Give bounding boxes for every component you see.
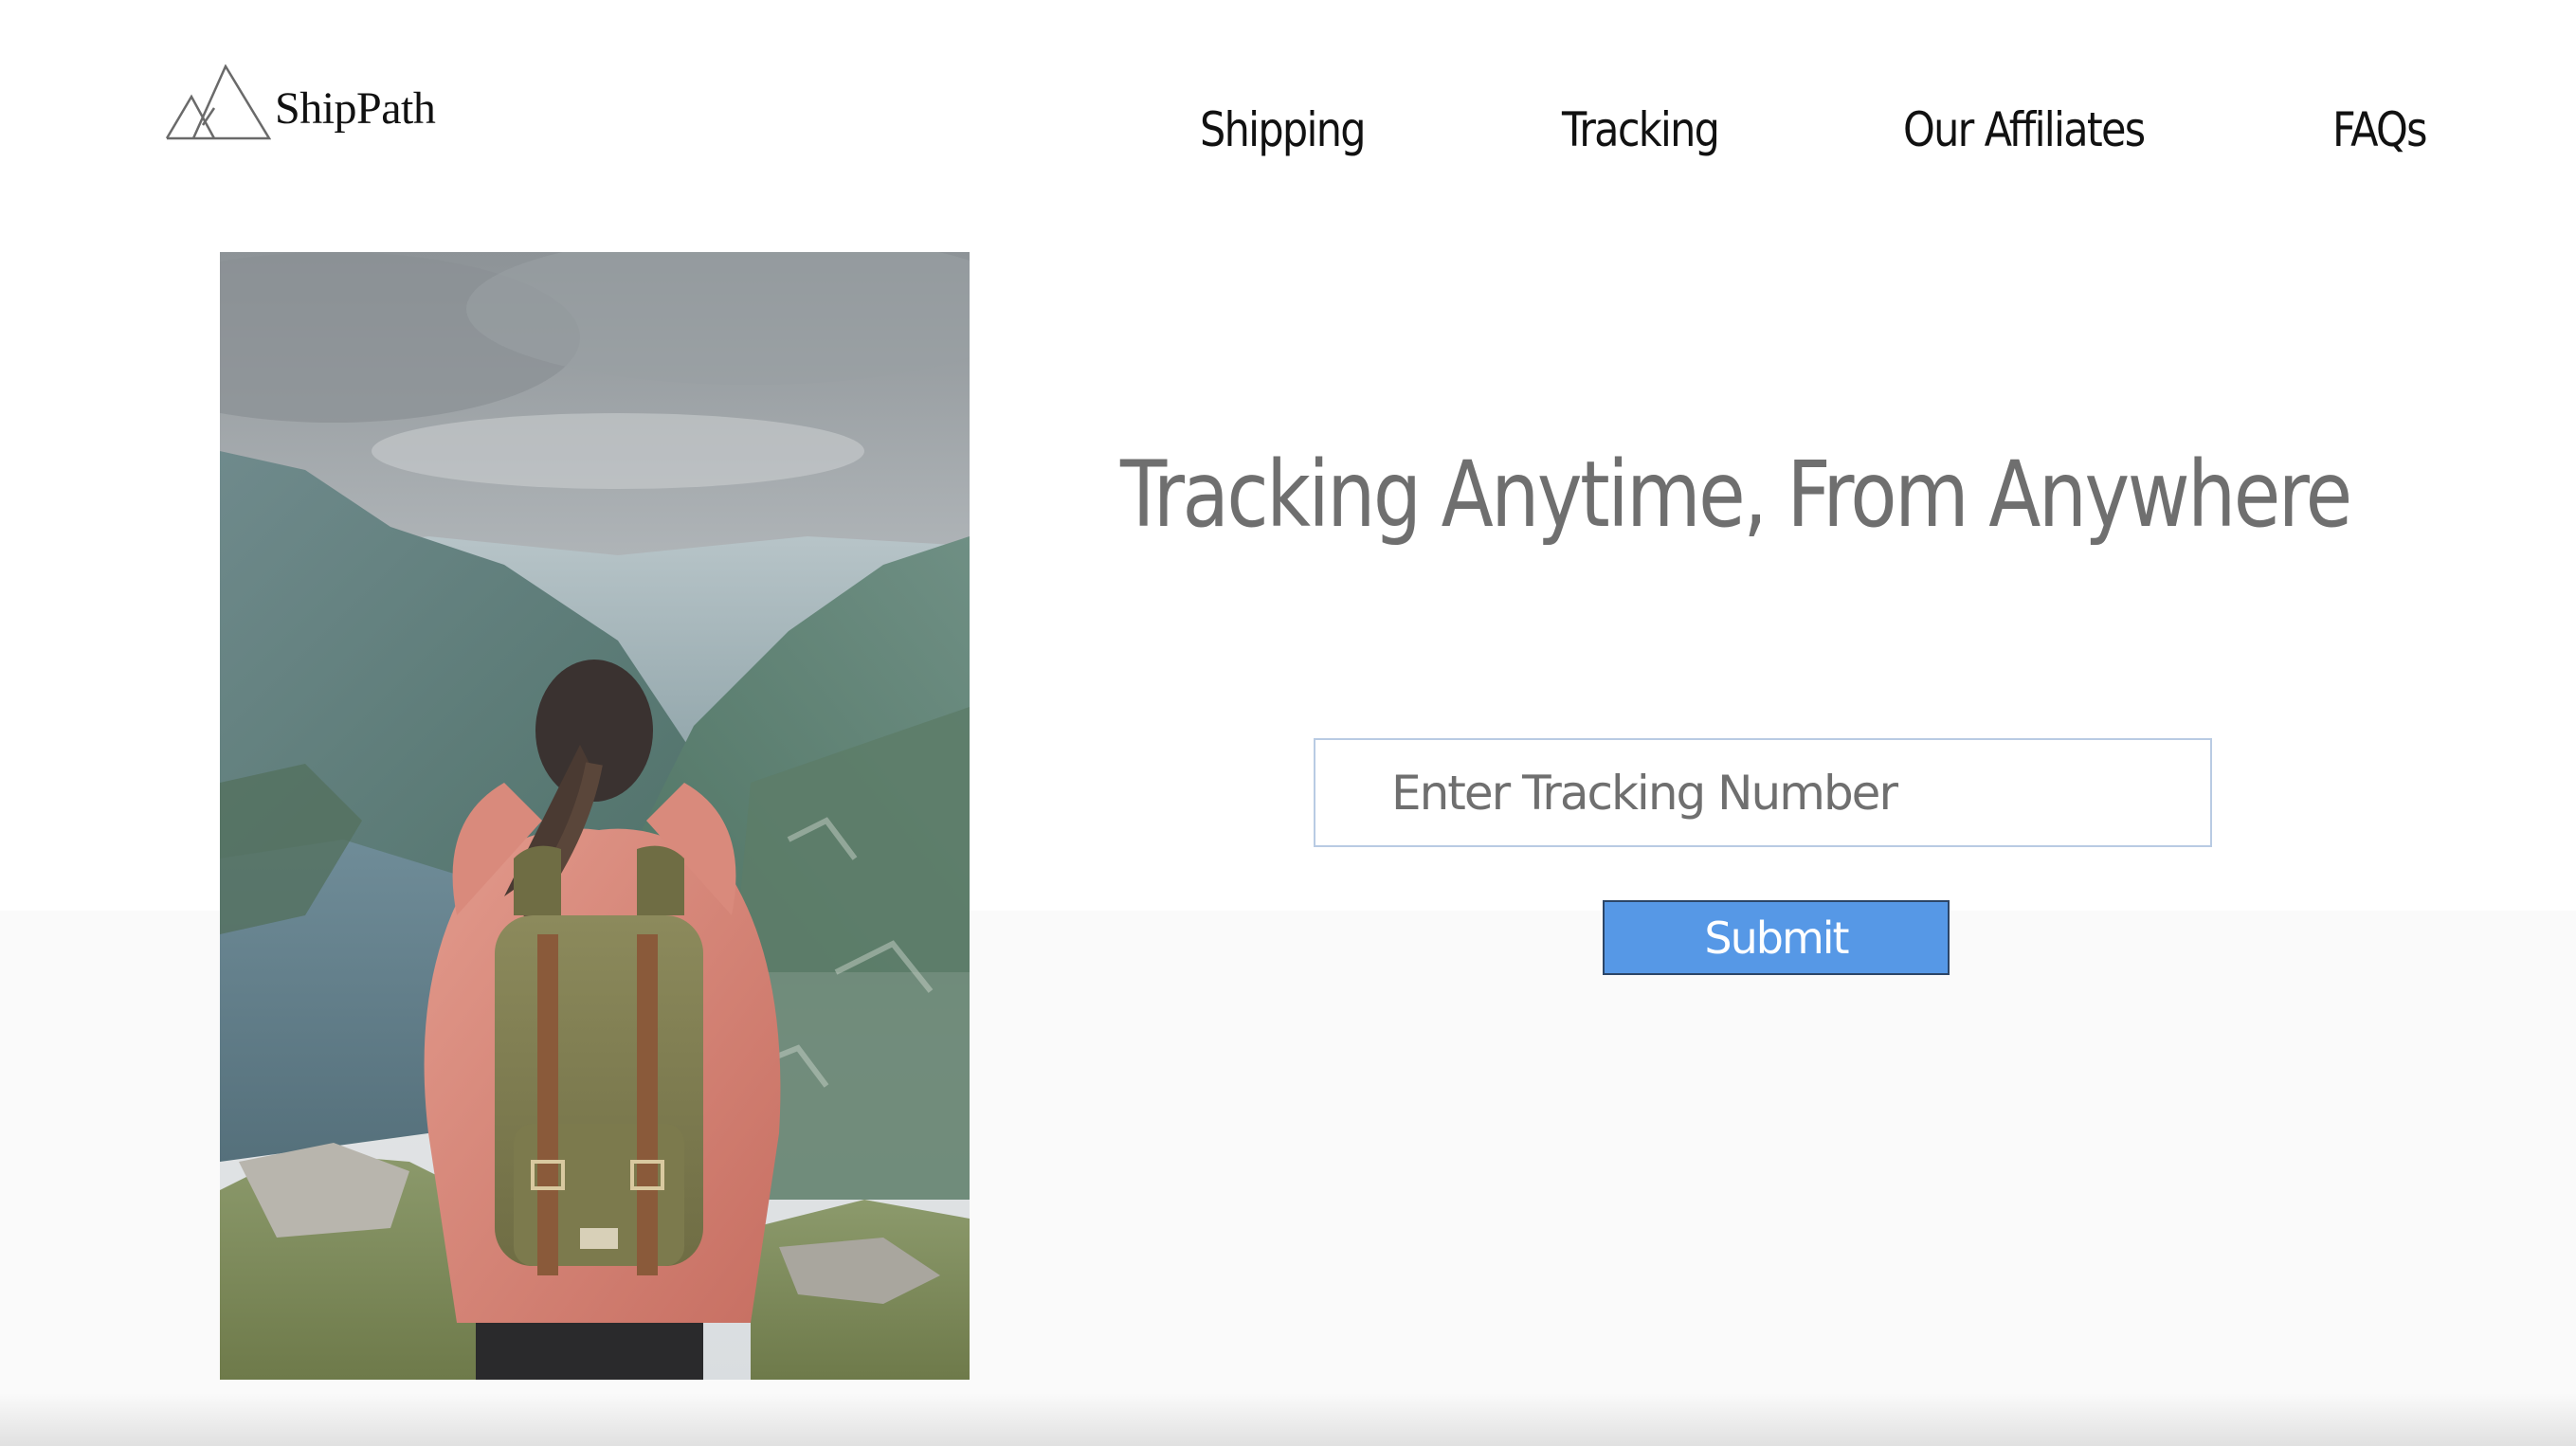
submit-button[interactable]: Submit [1603,900,1950,975]
nav-item-faqs[interactable]: FAQs [2332,102,2428,157]
brand-logo[interactable]: ShipPath [165,59,436,140]
tracking-number-input[interactable] [1314,738,2212,847]
hiker-in-mountain-valley-photo [220,252,970,1380]
hero-headline: Tracking Anytime, From Anywhere [1120,442,2352,548]
nav-item-tracking[interactable]: Tracking [1562,102,1720,157]
nav-item-shipping[interactable]: Shipping [1200,102,1367,157]
mountain-logo-icon [165,64,271,140]
nav-item-our-affiliates[interactable]: Our Affiliates [1903,102,2146,157]
brand-name: ShipPath [275,83,436,134]
bottom-shadow [0,1393,2576,1446]
